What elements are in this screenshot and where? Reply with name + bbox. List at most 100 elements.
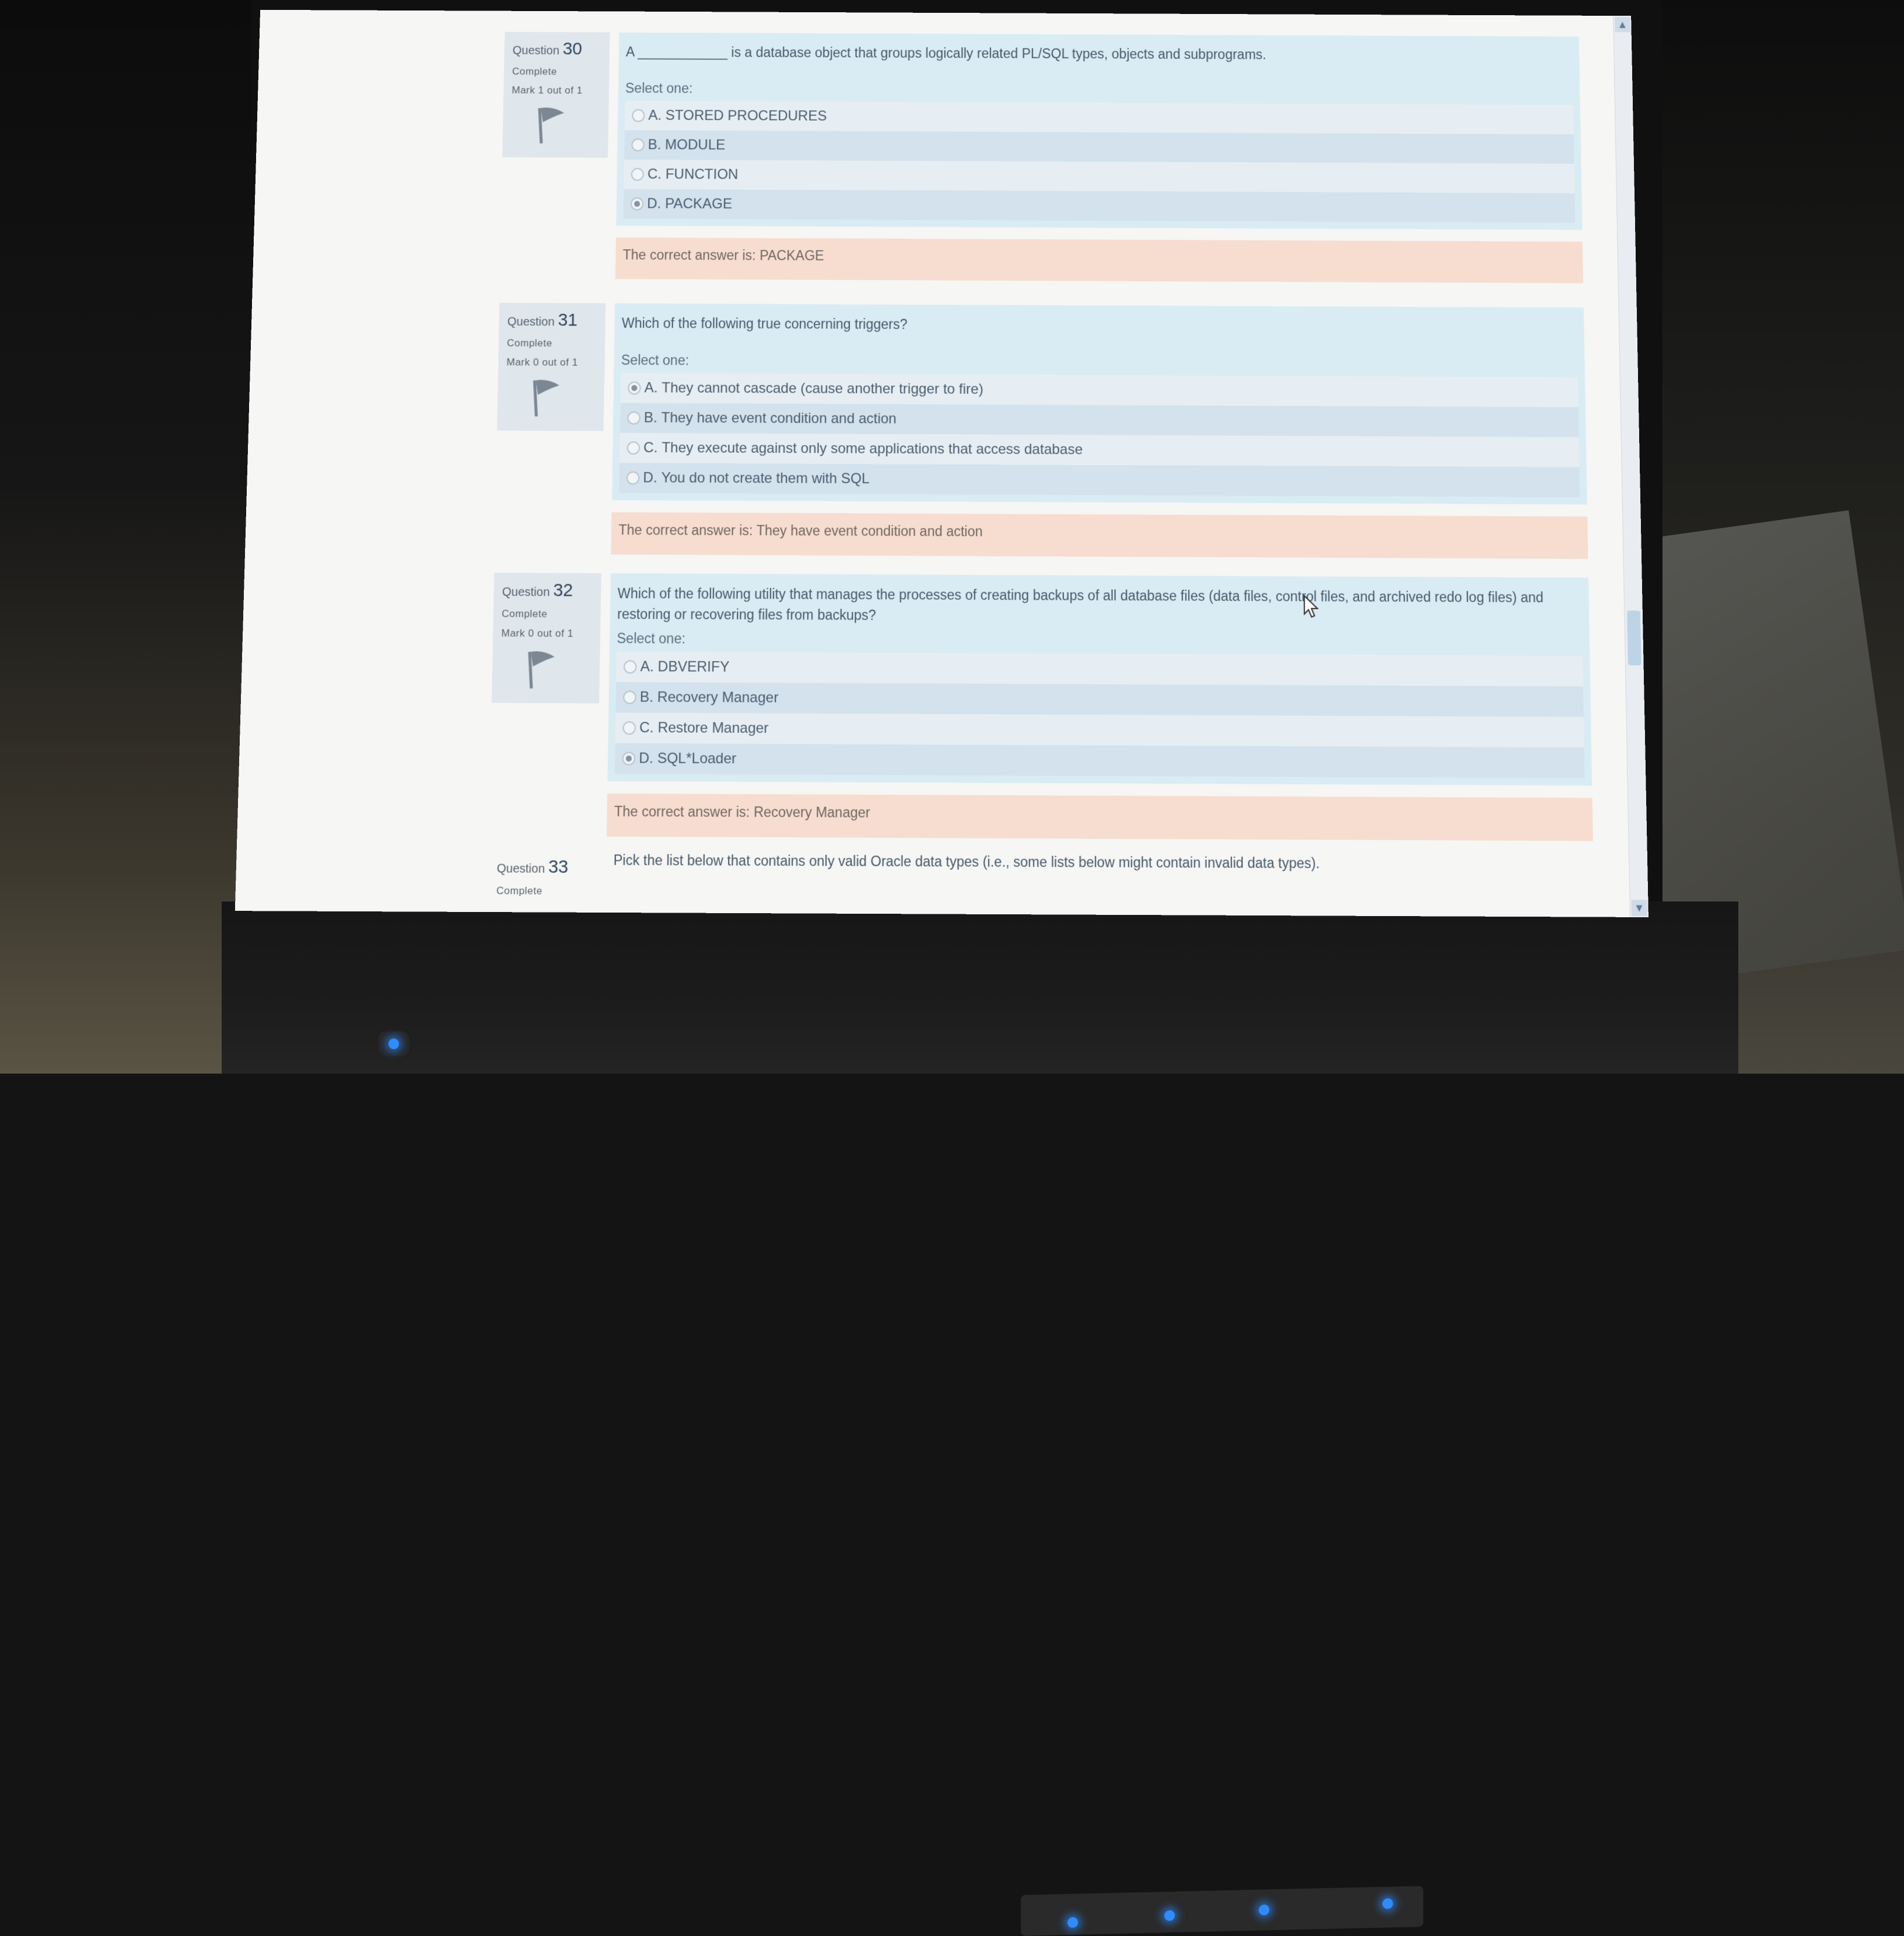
radio-button[interactable] [623, 691, 636, 704]
answer-option-c[interactable]: C. They execute against only some applic… [620, 433, 1579, 467]
answer-option-a[interactable]: A. STORED PROCEDURES [625, 101, 1574, 134]
option-letter: C. [639, 719, 654, 736]
radio-button[interactable] [631, 168, 644, 181]
question-info: Question 33 Complete [487, 849, 597, 917]
answer-option-d[interactable]: D. You do not create them with SQL [619, 463, 1580, 497]
option-letter: A. [644, 380, 657, 397]
option-text: They execute against only some applicati… [662, 440, 1083, 459]
answer-option-a[interactable]: A. DBVERIFY [616, 652, 1583, 687]
status-led [1068, 1917, 1078, 1928]
answer-list: A. STORED PROCEDURES B. MODULE C. FUNCTI… [624, 101, 1576, 223]
question-state: Complete [507, 337, 597, 350]
power-led [388, 1039, 399, 1049]
question-text: Which of the following true concerning t… [621, 313, 1577, 350]
question-grade: Mark 0 out of 1 [501, 627, 592, 640]
option-text: You do not create them with SQL [661, 470, 869, 487]
status-led [1164, 1910, 1175, 1921]
question-text: Which of the following utility that mana… [617, 583, 1582, 628]
answer-option-d[interactable]: D. SQL*Loader [615, 743, 1585, 778]
option-text: They cannot cascade (cause another trigg… [662, 380, 984, 398]
question-content: Which of the following true concerning t… [611, 303, 1588, 559]
option-text: SQL*Loader [657, 750, 737, 768]
answer-option-b[interactable]: B. MODULE [624, 130, 1574, 164]
question-content: Pick the list below that contains only v… [606, 850, 1594, 896]
radio-button[interactable] [622, 721, 636, 735]
option-letter: D. [639, 750, 653, 767]
option-letter: A. [648, 107, 662, 124]
question-number-label: Question [508, 315, 555, 329]
chevron-up-icon[interactable]: ▲ [1615, 17, 1630, 32]
answer-list: A. DBVERIFY B. Recovery Manager C. Resto… [615, 652, 1585, 778]
question-state: Complete [502, 608, 593, 621]
option-letter: D. [647, 195, 662, 212]
answer-option-a[interactable]: A. They cannot cascade (cause another tr… [621, 373, 1578, 407]
radio-button[interactable] [624, 660, 637, 673]
option-text: PACKAGE [665, 195, 732, 212]
flag-icon[interactable] [524, 648, 561, 691]
answer-option-d[interactable]: D. PACKAGE [624, 189, 1576, 223]
option-letter: C. [648, 166, 662, 183]
question-text: A ____________ is a database object that… [625, 42, 1573, 79]
question-formulation: Pick the list below that contains only v… [606, 850, 1594, 896]
question-formulation: A ____________ is a database object that… [616, 33, 1582, 230]
question-number-value: 30 [562, 39, 582, 58]
option-letter: C. [643, 439, 658, 456]
question-number-value: 32 [553, 581, 573, 600]
power-button[interactable] [378, 1032, 410, 1056]
radio-button[interactable] [631, 138, 644, 151]
question-formulation: Which of the following utility that mana… [607, 574, 1592, 786]
question-number: Question 32 [502, 580, 593, 601]
question-state: Complete [496, 885, 588, 897]
question-number: Question 33 [496, 857, 588, 878]
question-content: A ____________ is a database object that… [615, 33, 1583, 284]
question-32: Question 32 Complete Mark 0 out of 1 Whi… [494, 573, 1588, 578]
option-text: MODULE [665, 137, 726, 154]
radio-button[interactable] [626, 471, 640, 485]
option-text: FUNCTION [666, 166, 738, 183]
option-letter: B. [640, 689, 654, 706]
option-text: Restore Manager [657, 719, 768, 737]
status-led [1382, 1898, 1393, 1909]
question-30: Question 30 Complete Mark 1 out of 1 A _… [505, 32, 1578, 37]
flag-icon[interactable] [534, 104, 570, 146]
answer-option-b[interactable]: B. Recovery Manager [616, 682, 1584, 717]
question-content: Which of the following utility that mana… [607, 574, 1593, 841]
radio-button[interactable] [627, 411, 640, 425]
question-info: Question 32 Complete Mark 0 out of 1 [492, 573, 601, 704]
radio-button-selected[interactable] [622, 752, 635, 765]
answer-prompt: Select one: [621, 352, 1578, 373]
flag-icon[interactable] [529, 377, 565, 419]
question-formulation: Which of the following true concerning t… [612, 303, 1587, 505]
question-info: Question 30 Complete Mark 1 out of 1 [502, 32, 610, 158]
scrollbar-thumb[interactable] [1627, 610, 1641, 665]
question-grade: Mark 1 out of 1 [512, 85, 601, 97]
answer-option-b[interactable]: B. They have event condition and action [620, 403, 1579, 438]
question-state: Complete [512, 66, 601, 78]
question-number-label: Question [496, 862, 545, 876]
question-number: Question 30 [512, 39, 601, 60]
option-letter: B. [644, 410, 657, 427]
status-led-strip [1021, 1886, 1423, 1936]
answer-prompt: Select one: [625, 81, 1573, 100]
option-letter: D. [643, 470, 657, 487]
option-text: STORED PROCEDURES [666, 107, 827, 124]
mouse-cursor-icon [1303, 595, 1319, 619]
radio-button-selected[interactable] [631, 197, 643, 210]
answer-option-c[interactable]: C. Restore Manager [615, 712, 1584, 747]
answer-option-c[interactable]: C. FUNCTION [624, 160, 1574, 194]
question-info: Question 31 Complete Mark 0 out of 1 [497, 303, 606, 431]
option-text: DBVERIFY [657, 659, 729, 676]
question-31: Question 31 Complete Mark 0 out of 1 Whi… [499, 303, 1584, 307]
question-number-value: 33 [548, 857, 569, 877]
option-text: They have event condition and action [661, 410, 896, 428]
option-text: Recovery Manager [657, 689, 779, 707]
option-letter: A. [640, 658, 654, 675]
radio-button[interactable] [632, 109, 645, 122]
chevron-down-icon[interactable]: ▼ [1632, 900, 1647, 916]
radio-button-selected[interactable] [628, 382, 641, 395]
question-number-label: Question [502, 585, 550, 599]
radio-button[interactable] [627, 441, 640, 455]
question-grade: Mark 0 out of 1 [506, 357, 596, 369]
correct-answer-feedback: The correct answer is: PACKAGE [615, 237, 1583, 283]
question-33: Question 33 Complete Pick the list below… [489, 849, 1593, 854]
